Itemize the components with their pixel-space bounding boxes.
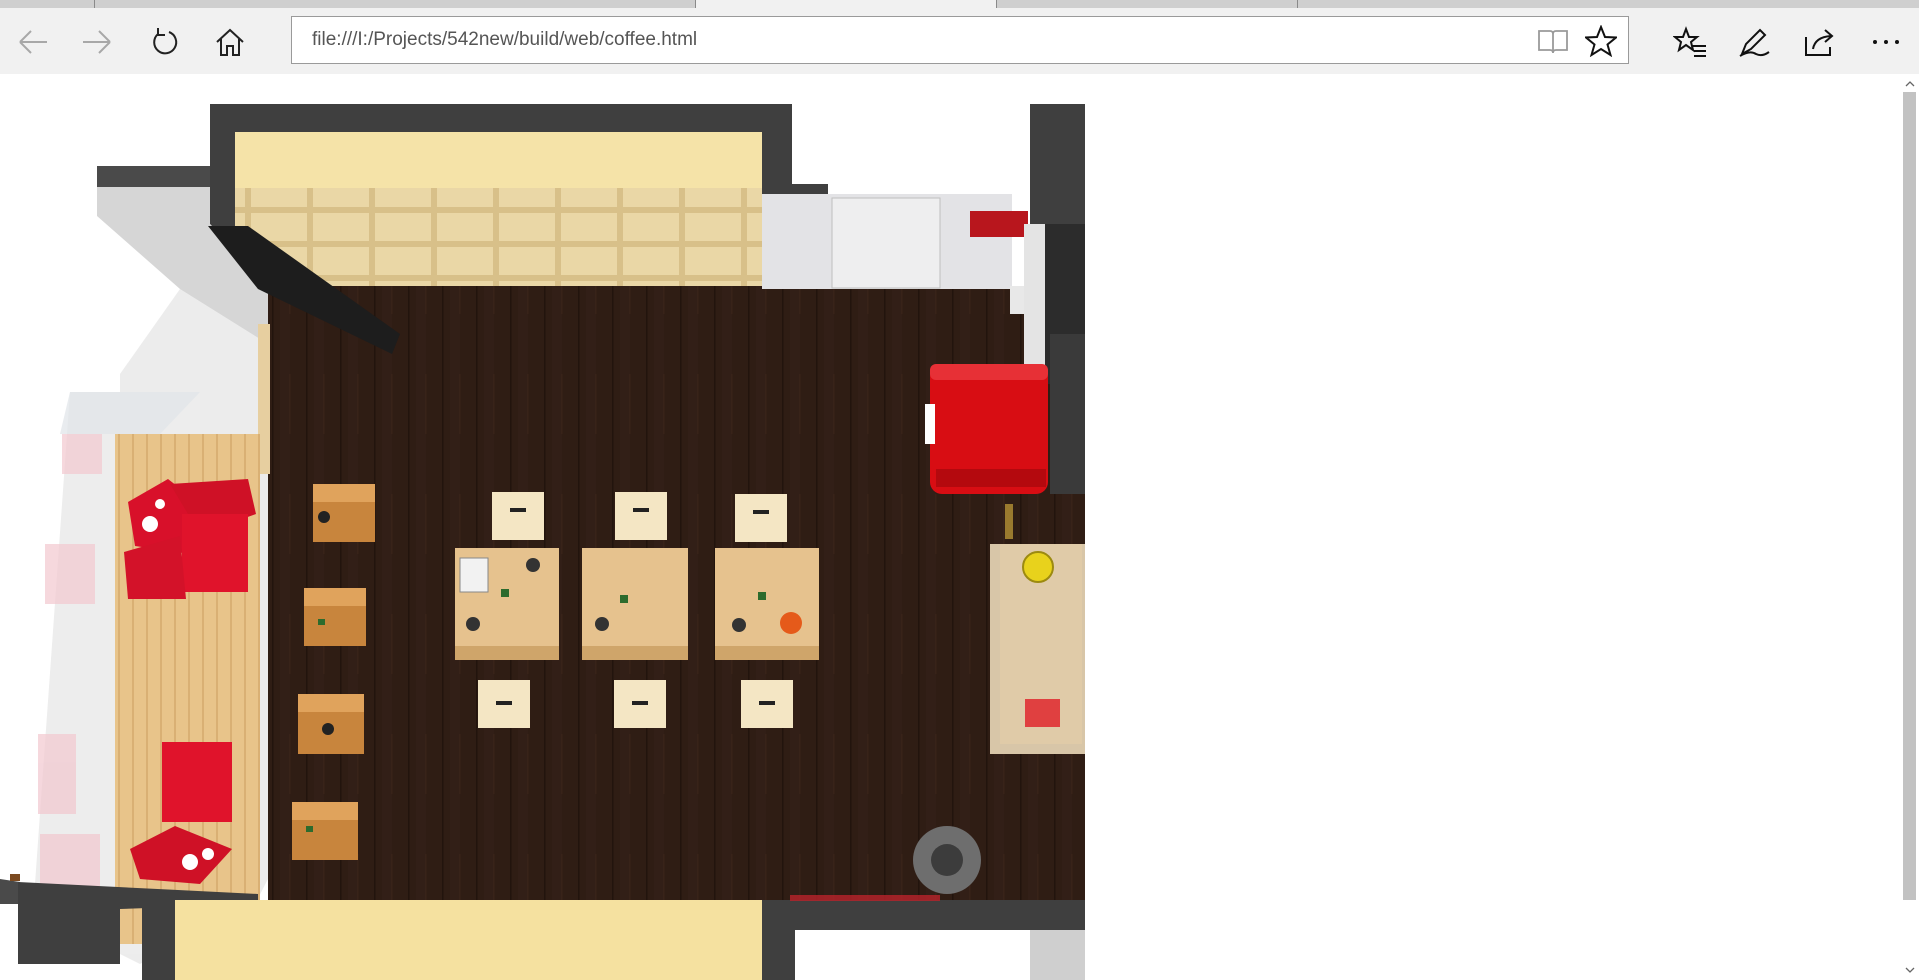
scroll-down-button[interactable] [1900,962,1919,978]
tab-strip [0,0,1919,8]
favorites-list-icon [1673,26,1706,57]
back-arrow-icon [19,30,47,54]
star-icon [1585,25,1617,57]
web-notes-button[interactable] [1734,22,1774,62]
chevron-down-icon [1905,967,1914,973]
shelf-top [235,132,762,188]
bottom-counter [175,900,762,980]
refresh-button[interactable] [145,22,185,62]
book-icon [1538,30,1568,54]
tab[interactable] [0,0,95,8]
favorites-hub-button[interactable] [1670,22,1710,62]
back-button[interactable] [13,22,53,62]
wall-sign [970,211,1028,237]
chevron-up-icon [1905,81,1914,87]
bookshelf [235,188,762,286]
vertical-scrollbar[interactable] [1900,74,1919,980]
scroll-up-button[interactable] [1900,76,1919,92]
page-viewport [0,74,1900,980]
forward-arrow-icon [83,30,111,54]
refresh-icon [153,28,178,55]
share-button[interactable] [1799,22,1839,62]
pen-icon [1739,28,1770,57]
reading-view-button[interactable] [1533,21,1573,61]
forward-button[interactable] [77,22,117,62]
home-button[interactable] [210,22,250,62]
tab[interactable] [997,0,1298,8]
share-icon [1805,29,1834,56]
tab-active[interactable] [696,0,997,8]
ellipsis-icon [1873,40,1899,44]
scrollbar-thumb[interactable] [1903,92,1916,900]
add-favorite-button[interactable] [1581,21,1621,61]
tab[interactable] [1298,0,1919,8]
more-button[interactable] [1866,22,1906,62]
browser-toolbar: file:///I:/Projects/542new/build/web/cof… [0,8,1919,75]
tables [455,548,819,660]
tab[interactable] [95,0,696,8]
home-icon [216,28,244,56]
address-bar[interactable]: file:///I:/Projects/542new/build/web/cof… [291,16,1629,64]
url-text[interactable]: file:///I:/Projects/542new/build/web/cof… [312,17,697,63]
red-fridge [925,364,1048,494]
coffee-shop-floor-plan-image [0,74,1085,980]
